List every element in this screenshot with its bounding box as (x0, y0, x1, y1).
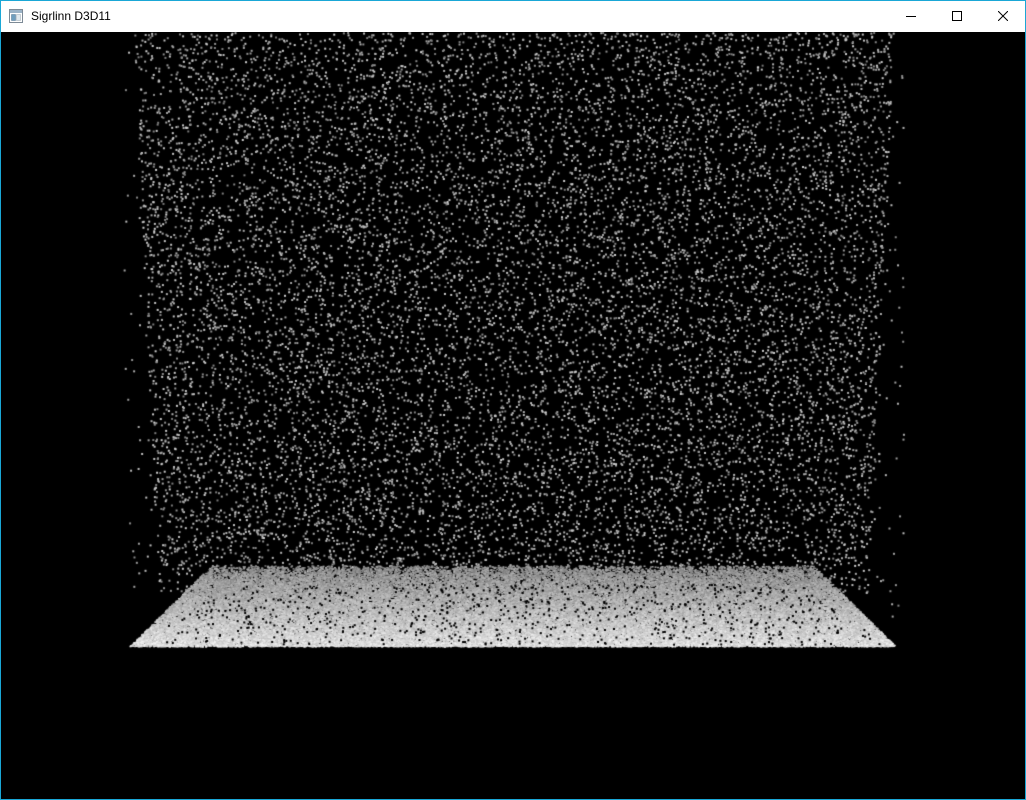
particle-field (1, 32, 1025, 799)
window-title: Sigrlinn D3D11 (31, 9, 111, 23)
maximize-button[interactable] (934, 1, 980, 32)
app-window: Sigrlinn D3D11 (0, 0, 1026, 800)
close-icon (997, 8, 1009, 26)
maximize-icon (952, 8, 962, 26)
minimize-icon (906, 8, 916, 26)
app-window-icon (9, 9, 23, 23)
render-viewport[interactable] (1, 32, 1025, 799)
title-bar[interactable]: Sigrlinn D3D11 (1, 1, 1025, 32)
close-button[interactable] (980, 1, 1025, 32)
minimize-button[interactable] (888, 1, 934, 32)
